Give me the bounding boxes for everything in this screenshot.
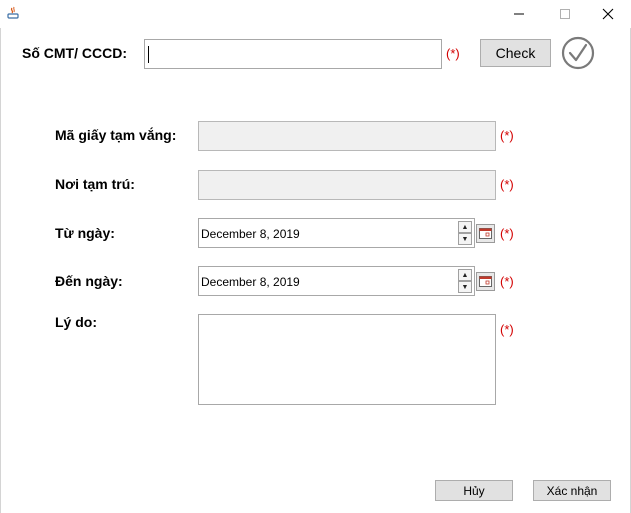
to-date-decrement-button[interactable]: ▼ [458,281,472,293]
required-mark-reason: (*) [500,322,514,337]
from-date-spinner[interactable]: December 8, 2019 ▲ ▼ [198,218,475,248]
required-mark-id: (*) [446,46,460,61]
required-mark-from-date: (*) [500,226,514,241]
confirm-button[interactable]: Xác nhận [533,480,611,501]
to-date-label: Đến ngày: [55,273,123,289]
cancel-button[interactable]: Hủy [435,480,513,501]
calendar-icon [479,276,492,287]
to-date-value: December 8, 2019 [201,275,300,289]
minimize-icon [514,13,524,15]
window-border-left [0,28,1,513]
minimize-button[interactable] [496,0,542,28]
permit-code-label: Mã giấy tạm vắng: [55,127,177,143]
check-status-icon [561,36,595,70]
to-date-spinner[interactable]: December 8, 2019 ▲ ▼ [198,266,475,296]
id-number-input[interactable] [144,39,442,69]
reason-label: Lý do: [55,314,97,330]
from-date-decrement-button[interactable]: ▼ [458,233,472,245]
reason-textarea[interactable] [198,314,496,405]
from-date-value: December 8, 2019 [201,227,300,241]
id-number-label: Số CMT/ CCCD: [22,45,127,61]
calendar-icon [479,228,492,239]
from-date-calendar-button[interactable] [476,224,495,243]
maximize-button[interactable] [542,0,588,28]
maximize-icon [560,9,570,19]
java-app-icon [6,6,20,20]
from-date-label: Từ ngày: [55,225,115,241]
permit-code-input[interactable] [198,121,496,151]
required-mark-permit-code: (*) [500,128,514,143]
check-button[interactable]: Check [480,39,551,67]
from-date-increment-button[interactable]: ▲ [458,221,472,233]
to-date-increment-button[interactable]: ▲ [458,269,472,281]
close-icon [602,8,614,20]
required-mark-residence: (*) [500,177,514,192]
residence-label: Nơi tạm trú: [55,176,135,192]
residence-input[interactable] [198,170,496,200]
text-caret [148,46,149,63]
to-date-calendar-button[interactable] [476,272,495,291]
close-button[interactable] [585,0,631,28]
required-mark-to-date: (*) [500,274,514,289]
